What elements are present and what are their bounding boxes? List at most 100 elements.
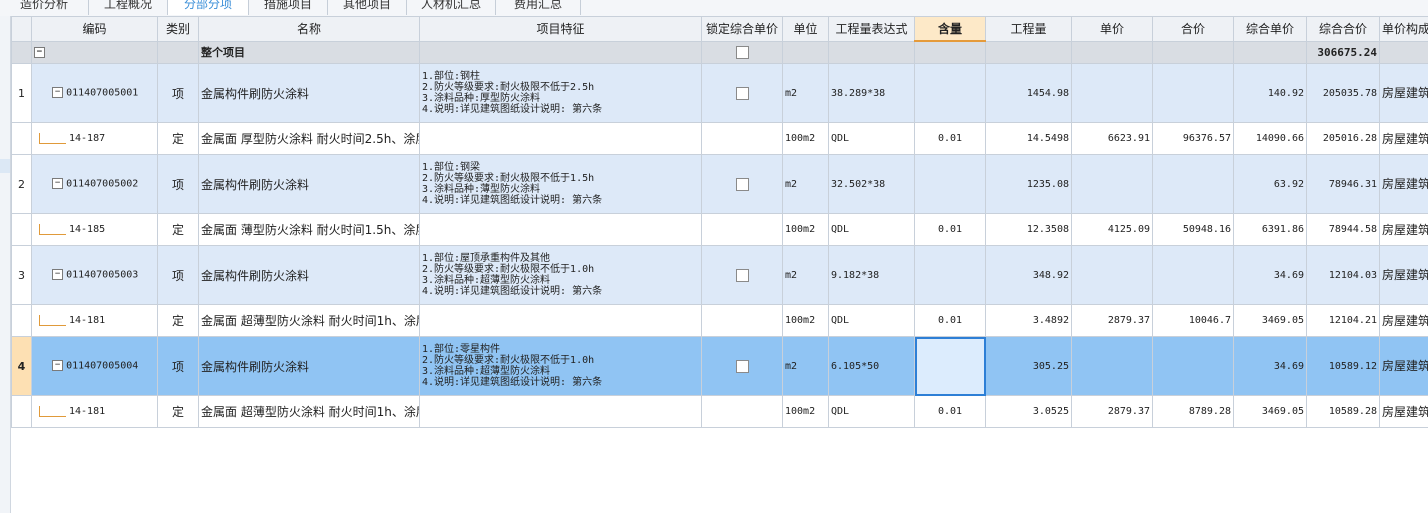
tab-division-items[interactable]: 分部分项 bbox=[168, 0, 249, 15]
content-cell[interactable] bbox=[914, 63, 986, 123]
code-cell[interactable]: −011407005004 bbox=[31, 336, 158, 396]
type-cell[interactable]: 项 bbox=[157, 336, 199, 396]
quota-row[interactable]: 14-187 定金属面 厚型防火涂料 耐火时间2.5h、涂层厚度25mm 100m2… bbox=[11, 122, 1428, 155]
quota-row[interactable]: 14-185 定金属面 薄型防火涂料 耐火时间1.5h、涂层厚度7mm 100m2Q… bbox=[11, 213, 1428, 246]
content-cell[interactable] bbox=[914, 336, 986, 396]
name-cell[interactable]: 金属面 厚型防火涂料 耐火时间2.5h、涂层厚度25mm bbox=[198, 122, 420, 155]
ucat-cell[interactable]: 房屋建筑工程 bbox=[1379, 245, 1428, 305]
tab-fee-summary[interactable]: 费用汇总 bbox=[496, 0, 581, 15]
col-header-feature[interactable]: 项目特征 bbox=[419, 16, 702, 42]
qty-cell[interactable]: 305.25 bbox=[985, 336, 1072, 396]
feature-cell[interactable]: 1.部位:零星构件 2.防火等级要求:耐火极限不低于1.0h 3.涂料品种:超薄型防… bbox=[419, 336, 702, 396]
col-header-unit[interactable]: 单位 bbox=[782, 16, 829, 42]
tab-measure-items[interactable]: 措施项目 bbox=[249, 0, 328, 15]
code-cell[interactable]: 14-185 bbox=[31, 213, 158, 246]
price-cell[interactable] bbox=[1071, 245, 1153, 305]
boq-item-row[interactable]: 1 −011407005001 项金属构件刷防火涂料 1.部位:钢柱 2.防火等级要求… bbox=[11, 63, 1428, 123]
feature-cell[interactable] bbox=[419, 304, 702, 337]
row-number[interactable]: 4 bbox=[11, 336, 32, 396]
expr-cell[interactable]: QDL bbox=[828, 122, 915, 155]
name-cell[interactable]: 金属面 薄型防火涂料 耐火时间1.5h、涂层厚度7mm bbox=[198, 213, 420, 246]
uprice-cell[interactable]: 140.92 bbox=[1233, 63, 1307, 123]
feature-cell[interactable] bbox=[419, 122, 702, 155]
type-cell[interactable]: 项 bbox=[157, 154, 199, 214]
qty-cell[interactable]: 3.4892 bbox=[985, 304, 1072, 337]
name-cell[interactable]: 金属构件刷防火涂料 bbox=[198, 245, 420, 305]
boq-item-row[interactable]: 4 −011407005004 项金属构件刷防火涂料 1.部位:零星构件 2.防火等级… bbox=[11, 336, 1428, 396]
col-header-price[interactable]: 单价 bbox=[1071, 16, 1153, 42]
row-number[interactable] bbox=[11, 304, 32, 337]
price-cell[interactable]: 4125.09 bbox=[1071, 213, 1153, 246]
unit-cell[interactable]: 100m2 bbox=[782, 395, 829, 428]
uprice-cell[interactable]: 14090.66 bbox=[1233, 122, 1307, 155]
unit-cell[interactable]: 100m2 bbox=[782, 304, 829, 337]
feature-cell[interactable]: 1.部位:钢梁 2.防火等级要求:耐火极限不低于1.5h 3.涂料品种:薄型防火涂料… bbox=[419, 154, 702, 214]
row-number[interactable]: 1 bbox=[11, 63, 32, 123]
price-cell[interactable] bbox=[1071, 63, 1153, 123]
qty-cell[interactable]: 1235.08 bbox=[985, 154, 1072, 214]
content-cell[interactable]: 0.01 bbox=[914, 304, 986, 337]
uprice-cell[interactable]: 3469.05 bbox=[1233, 395, 1307, 428]
price-cell[interactable]: 6623.91 bbox=[1071, 122, 1153, 155]
row-number[interactable] bbox=[11, 122, 32, 155]
col-header-ucat[interactable]: 单价构成 bbox=[1379, 16, 1428, 42]
qty-cell[interactable]: 348.92 bbox=[985, 245, 1072, 305]
uprice-cell[interactable]: 6391.86 bbox=[1233, 213, 1307, 246]
lock-price-checkbox[interactable] bbox=[735, 177, 749, 191]
unit-cell[interactable]: m2 bbox=[782, 336, 829, 396]
lock-price-checkbox[interactable] bbox=[735, 46, 749, 59]
content-cell[interactable]: 0.01 bbox=[914, 213, 986, 246]
expr-cell[interactable]: QDL bbox=[828, 213, 915, 246]
collapse-icon[interactable]: − bbox=[52, 360, 64, 372]
type-cell[interactable]: 项 bbox=[157, 245, 199, 305]
col-header-code[interactable]: 编码 bbox=[31, 16, 158, 42]
uprice-cell[interactable]: 63.92 bbox=[1233, 154, 1307, 214]
type-cell[interactable]: 项 bbox=[157, 63, 199, 123]
row-number[interactable] bbox=[11, 395, 32, 428]
price-cell[interactable]: 2879.37 bbox=[1071, 395, 1153, 428]
code-cell[interactable]: 14-181 bbox=[31, 395, 158, 428]
qty-cell[interactable]: 14.5498 bbox=[985, 122, 1072, 155]
name-cell[interactable]: 金属构件刷防火涂料 bbox=[198, 154, 420, 214]
unit-cell[interactable]: m2 bbox=[782, 245, 829, 305]
content-cell[interactable] bbox=[914, 154, 986, 214]
col-header-name[interactable]: 名称 bbox=[198, 16, 420, 42]
content-cell[interactable]: 0.01 bbox=[914, 395, 986, 428]
unit-cell[interactable]: m2 bbox=[782, 154, 829, 214]
content-cell[interactable]: 0.01 bbox=[914, 122, 986, 155]
unit-cell[interactable]: 100m2 bbox=[782, 122, 829, 155]
collapse-icon[interactable]: − bbox=[34, 47, 45, 59]
col-header-expr[interactable]: 工程量表达式 bbox=[828, 16, 915, 42]
expr-cell[interactable]: 6.105*50 bbox=[828, 336, 915, 396]
quota-row[interactable]: 14-181 定金属面 超薄型防火涂料 耐火时间1h、涂层厚度2mm 100m2QD… bbox=[11, 304, 1428, 337]
ucat-cell[interactable]: 房屋建筑工程 bbox=[1379, 122, 1428, 155]
content-cell[interactable] bbox=[914, 245, 986, 305]
expr-cell[interactable]: 32.502*38 bbox=[828, 154, 915, 214]
qty-cell[interactable]: 12.3508 bbox=[985, 213, 1072, 246]
uprice-cell[interactable]: 34.69 bbox=[1233, 336, 1307, 396]
expr-cell[interactable]: QDL bbox=[828, 304, 915, 337]
collapse-icon[interactable]: − bbox=[52, 87, 64, 99]
col-header-uprice[interactable]: 综合单价 bbox=[1233, 16, 1307, 42]
feature-cell[interactable] bbox=[419, 395, 702, 428]
boq-item-row[interactable]: 2 −011407005002 项金属构件刷防火涂料 1.部位:钢梁 2.防火等级要求… bbox=[11, 154, 1428, 214]
price-cell[interactable]: 2879.37 bbox=[1071, 304, 1153, 337]
lock-price-checkbox[interactable] bbox=[735, 359, 749, 373]
price-cell[interactable] bbox=[1071, 154, 1153, 214]
quota-row[interactable]: 14-181 定金属面 超薄型防火涂料 耐火时间1h、涂层厚度2mm 100m2QD… bbox=[11, 395, 1428, 428]
uprice-cell[interactable]: 34.69 bbox=[1233, 245, 1307, 305]
name-cell[interactable]: 金属面 超薄型防火涂料 耐火时间1h、涂层厚度2mm bbox=[198, 395, 420, 428]
uprice-cell[interactable]: 3469.05 bbox=[1233, 304, 1307, 337]
expr-cell[interactable]: QDL bbox=[828, 395, 915, 428]
type-cell[interactable]: 定 bbox=[157, 304, 199, 337]
col-header-qty[interactable]: 工程量 bbox=[985, 16, 1072, 42]
price-cell[interactable] bbox=[1071, 336, 1153, 396]
code-cell[interactable]: 14-187 bbox=[31, 122, 158, 155]
ucat-cell[interactable]: 房屋建筑工程 bbox=[1379, 395, 1428, 428]
lock-price-checkbox[interactable] bbox=[735, 268, 749, 282]
ucat-cell[interactable]: 房屋建筑工程 bbox=[1379, 154, 1428, 214]
tab-cost-analysis[interactable]: 造价分析 bbox=[0, 0, 89, 15]
feature-cell[interactable]: 1.部位:钢柱 2.防火等级要求:耐火极限不低于2.5h 3.涂料品种:厚型防火涂料… bbox=[419, 63, 702, 123]
lock-price-checkbox[interactable] bbox=[735, 86, 749, 100]
type-cell[interactable]: 定 bbox=[157, 122, 199, 155]
